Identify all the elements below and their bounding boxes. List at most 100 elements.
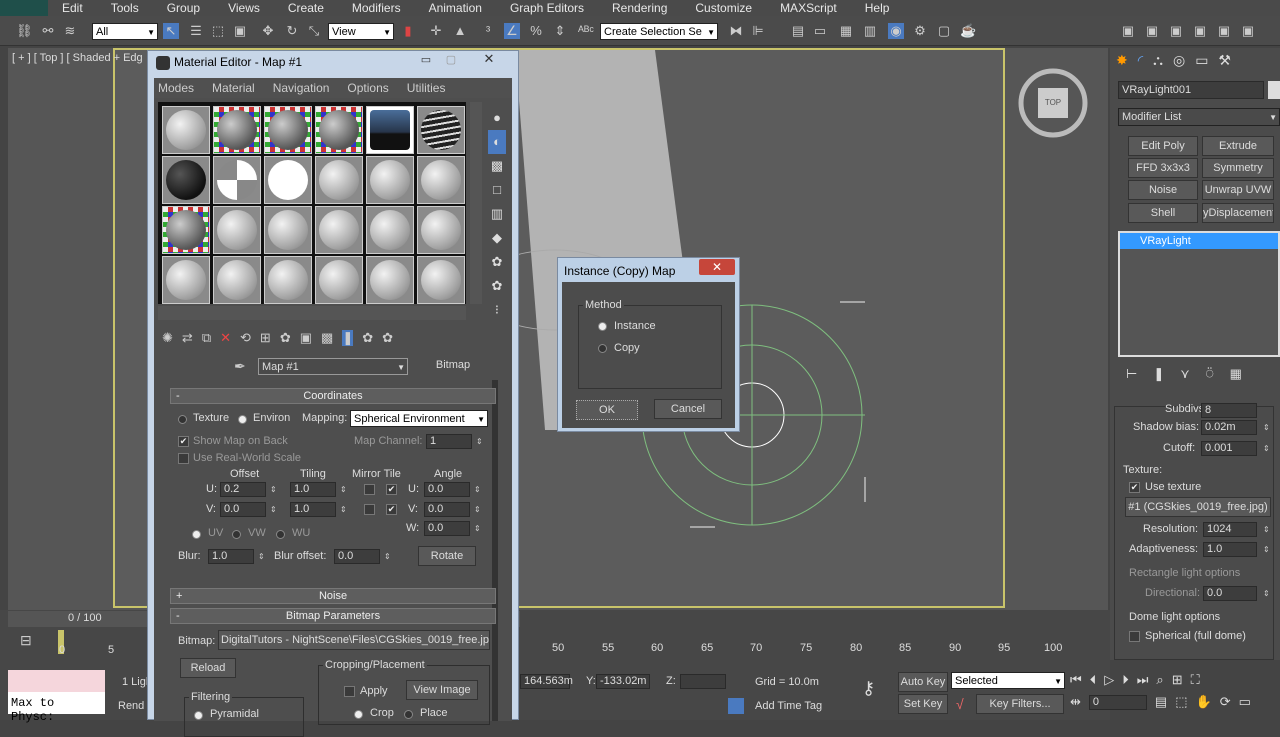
modifier-button-edit-poly[interactable]: Edit Poly [1128,136,1198,156]
parameters-rollout[interactable]: Subdivs: 8 Shadow bias: 0.02m ⇕ Cutoff: … [1114,403,1274,660]
select-by-material-icon[interactable]: ✿ [488,274,506,298]
go-forward-sibling-icon[interactable]: ✿ [382,330,393,346]
material-sample-slot[interactable] [366,156,414,204]
modifier-list-dropdown[interactable]: Modifier List [1118,108,1280,126]
make-preview-icon[interactable]: ◆ [488,226,506,250]
material-sample-slot[interactable] [162,156,210,204]
rendered-frame-window-icon[interactable]: ▢ [936,23,952,39]
menu-graph-editors[interactable]: Graph Editors [496,1,598,15]
material-map-navigator-icon[interactable]: ⁝ [488,298,506,322]
unlink-icon[interactable]: ⚯ [40,23,56,39]
modifier-button-displacement[interactable]: yDisplacementl [1202,203,1274,223]
show-end-result-active-icon[interactable]: ❚ [342,330,354,346]
bind-spacewarp-icon[interactable]: ≋ [62,23,78,39]
app-logo[interactable] [0,0,48,16]
material-sample-slot[interactable] [417,106,465,154]
vray-tool-icon[interactable]: ▣ [1168,23,1184,39]
vray-tool-icon[interactable]: ▣ [1144,23,1160,39]
menu-views[interactable]: Views [214,1,274,15]
z-coordinate-field[interactable] [680,674,726,689]
material-sample-slot[interactable] [264,206,312,254]
show-shaded-icon[interactable]: ▣ [300,330,312,346]
make-unique-icon[interactable]: ⋎ [1180,366,1190,382]
menu-rendering[interactable]: Rendering [598,1,681,15]
reset-map-icon[interactable]: ✕ [220,330,231,346]
rotate-icon[interactable]: ↻ [284,23,300,39]
tiling-v-spinner[interactable]: ⇕ [340,502,348,517]
create-tab-icon[interactable]: ✸ [1116,52,1128,69]
material-sample-slot[interactable] [417,156,465,204]
eyedropper-icon[interactable]: ✒ [234,358,246,375]
material-sample-slot[interactable] [366,256,414,304]
show-map-on-back-checkbox[interactable]: ✔ [178,436,189,447]
menu-edit[interactable]: Edit [48,1,97,15]
cutoff-field[interactable]: 0.001 [1201,441,1257,456]
set-key-button[interactable]: Set Key [898,694,948,714]
remove-modifier-icon[interactable]: ⍥ [1206,366,1214,382]
bitmap-parameters-rollout-header[interactable]: - Bitmap Parameters [170,608,496,624]
menu-tools[interactable]: Tools [97,1,153,15]
align-icon[interactable]: ⊫ [750,23,766,39]
menu-create[interactable]: Create [274,1,338,15]
sample-type-icon[interactable]: ● [488,106,506,130]
reload-button[interactable]: Reload [180,658,236,678]
y-coordinate-field[interactable]: -133.02m [596,674,650,689]
blur-offset-field[interactable]: 0.0 [334,549,380,564]
snaps-toggle-icon[interactable]: ³ [480,23,496,39]
pivot-center-icon[interactable]: ▮ [400,23,416,39]
edit-named-selection-icon[interactable]: ᴬᴮᶜ [578,23,594,39]
modifier-button-extrude[interactable]: Extrude [1202,136,1274,156]
subdivs-field[interactable]: 8 [1201,403,1257,418]
copy-radio[interactable] [598,344,607,353]
tiling-u-field[interactable]: 1.0 [290,482,336,497]
angle-v-field[interactable]: 0.0 [424,502,470,517]
blur-field[interactable]: 1.0 [208,549,254,564]
dialog-close-button[interactable]: ✕ [699,259,735,275]
material-sample-slot[interactable] [315,106,363,154]
material-sample-slot[interactable] [162,106,210,154]
material-sample-slot[interactable] [417,206,465,254]
offset-v-spinner[interactable]: ⇕ [270,502,278,517]
vw-radio[interactable] [232,530,241,539]
auto-key-button[interactable]: Auto Key [898,672,948,692]
hierarchy-tab-icon[interactable]: ⛬ [1153,52,1163,69]
real-world-scale-checkbox[interactable] [178,453,189,464]
texture-map-button[interactable]: #1 (CGSkies_0019_free.jpg) [1125,497,1271,517]
material-sample-slot[interactable] [264,256,312,304]
reference-coord-dropdown[interactable]: View [328,23,394,41]
menu-group[interactable]: Group [153,1,214,15]
region-zoom-icon[interactable]: ⬚ [1175,694,1187,710]
modifier-button-ffd[interactable]: FFD 3x3x3 [1128,158,1198,178]
cancel-button[interactable]: Cancel [654,399,722,419]
backlight-icon[interactable]: ◐ [488,130,506,154]
pyramidal-radio[interactable] [194,711,203,720]
next-frame-icon[interactable]: ⏵ [1122,672,1129,688]
get-material-icon[interactable]: ✺ [162,330,173,346]
zoom-icon[interactable]: ⌕ [1156,672,1163,688]
material-sample-slot[interactable] [366,206,414,254]
put-to-scene-icon[interactable]: ⇄ [182,330,193,346]
orbit-icon[interactable]: ⟳ [1220,694,1231,710]
vray-tool-icon[interactable]: ▣ [1240,23,1256,39]
selection-filter-dropdown[interactable]: All [92,23,158,41]
offset-u-field[interactable]: 0.2 [220,482,266,497]
directional-spinner[interactable]: ⇕ [1263,586,1271,601]
object-color-swatch[interactable] [1268,81,1280,99]
cutoff-spinner[interactable]: ⇕ [1263,441,1271,456]
menu-maxscript[interactable]: MAXScript [766,1,851,15]
slots-horizontal-scrollbar[interactable] [158,306,466,320]
mirror-v-checkbox[interactable] [364,504,375,515]
shadow-bias-spinner[interactable]: ⇕ [1263,420,1271,435]
menu-modes[interactable]: Modes [158,81,194,95]
adaptiveness-field[interactable]: 1.0 [1203,542,1257,557]
pin-stack-icon[interactable]: ⊢ [1126,366,1137,382]
previous-frame-icon[interactable]: ⏴ [1090,672,1097,688]
texture-radio[interactable] [178,415,187,424]
render-setup-icon[interactable]: ⚙ [912,23,928,39]
show-end-result-icon[interactable]: ❚ [1153,366,1164,382]
move-icon[interactable]: ✥ [260,23,276,39]
play-icon[interactable]: ▷ [1104,672,1114,688]
close-button[interactable]: ✕ [478,51,500,67]
crop-radio[interactable] [354,710,363,719]
rollout-panel[interactable]: - Coordinates Texture Environ Mapping: Sp… [158,380,498,737]
